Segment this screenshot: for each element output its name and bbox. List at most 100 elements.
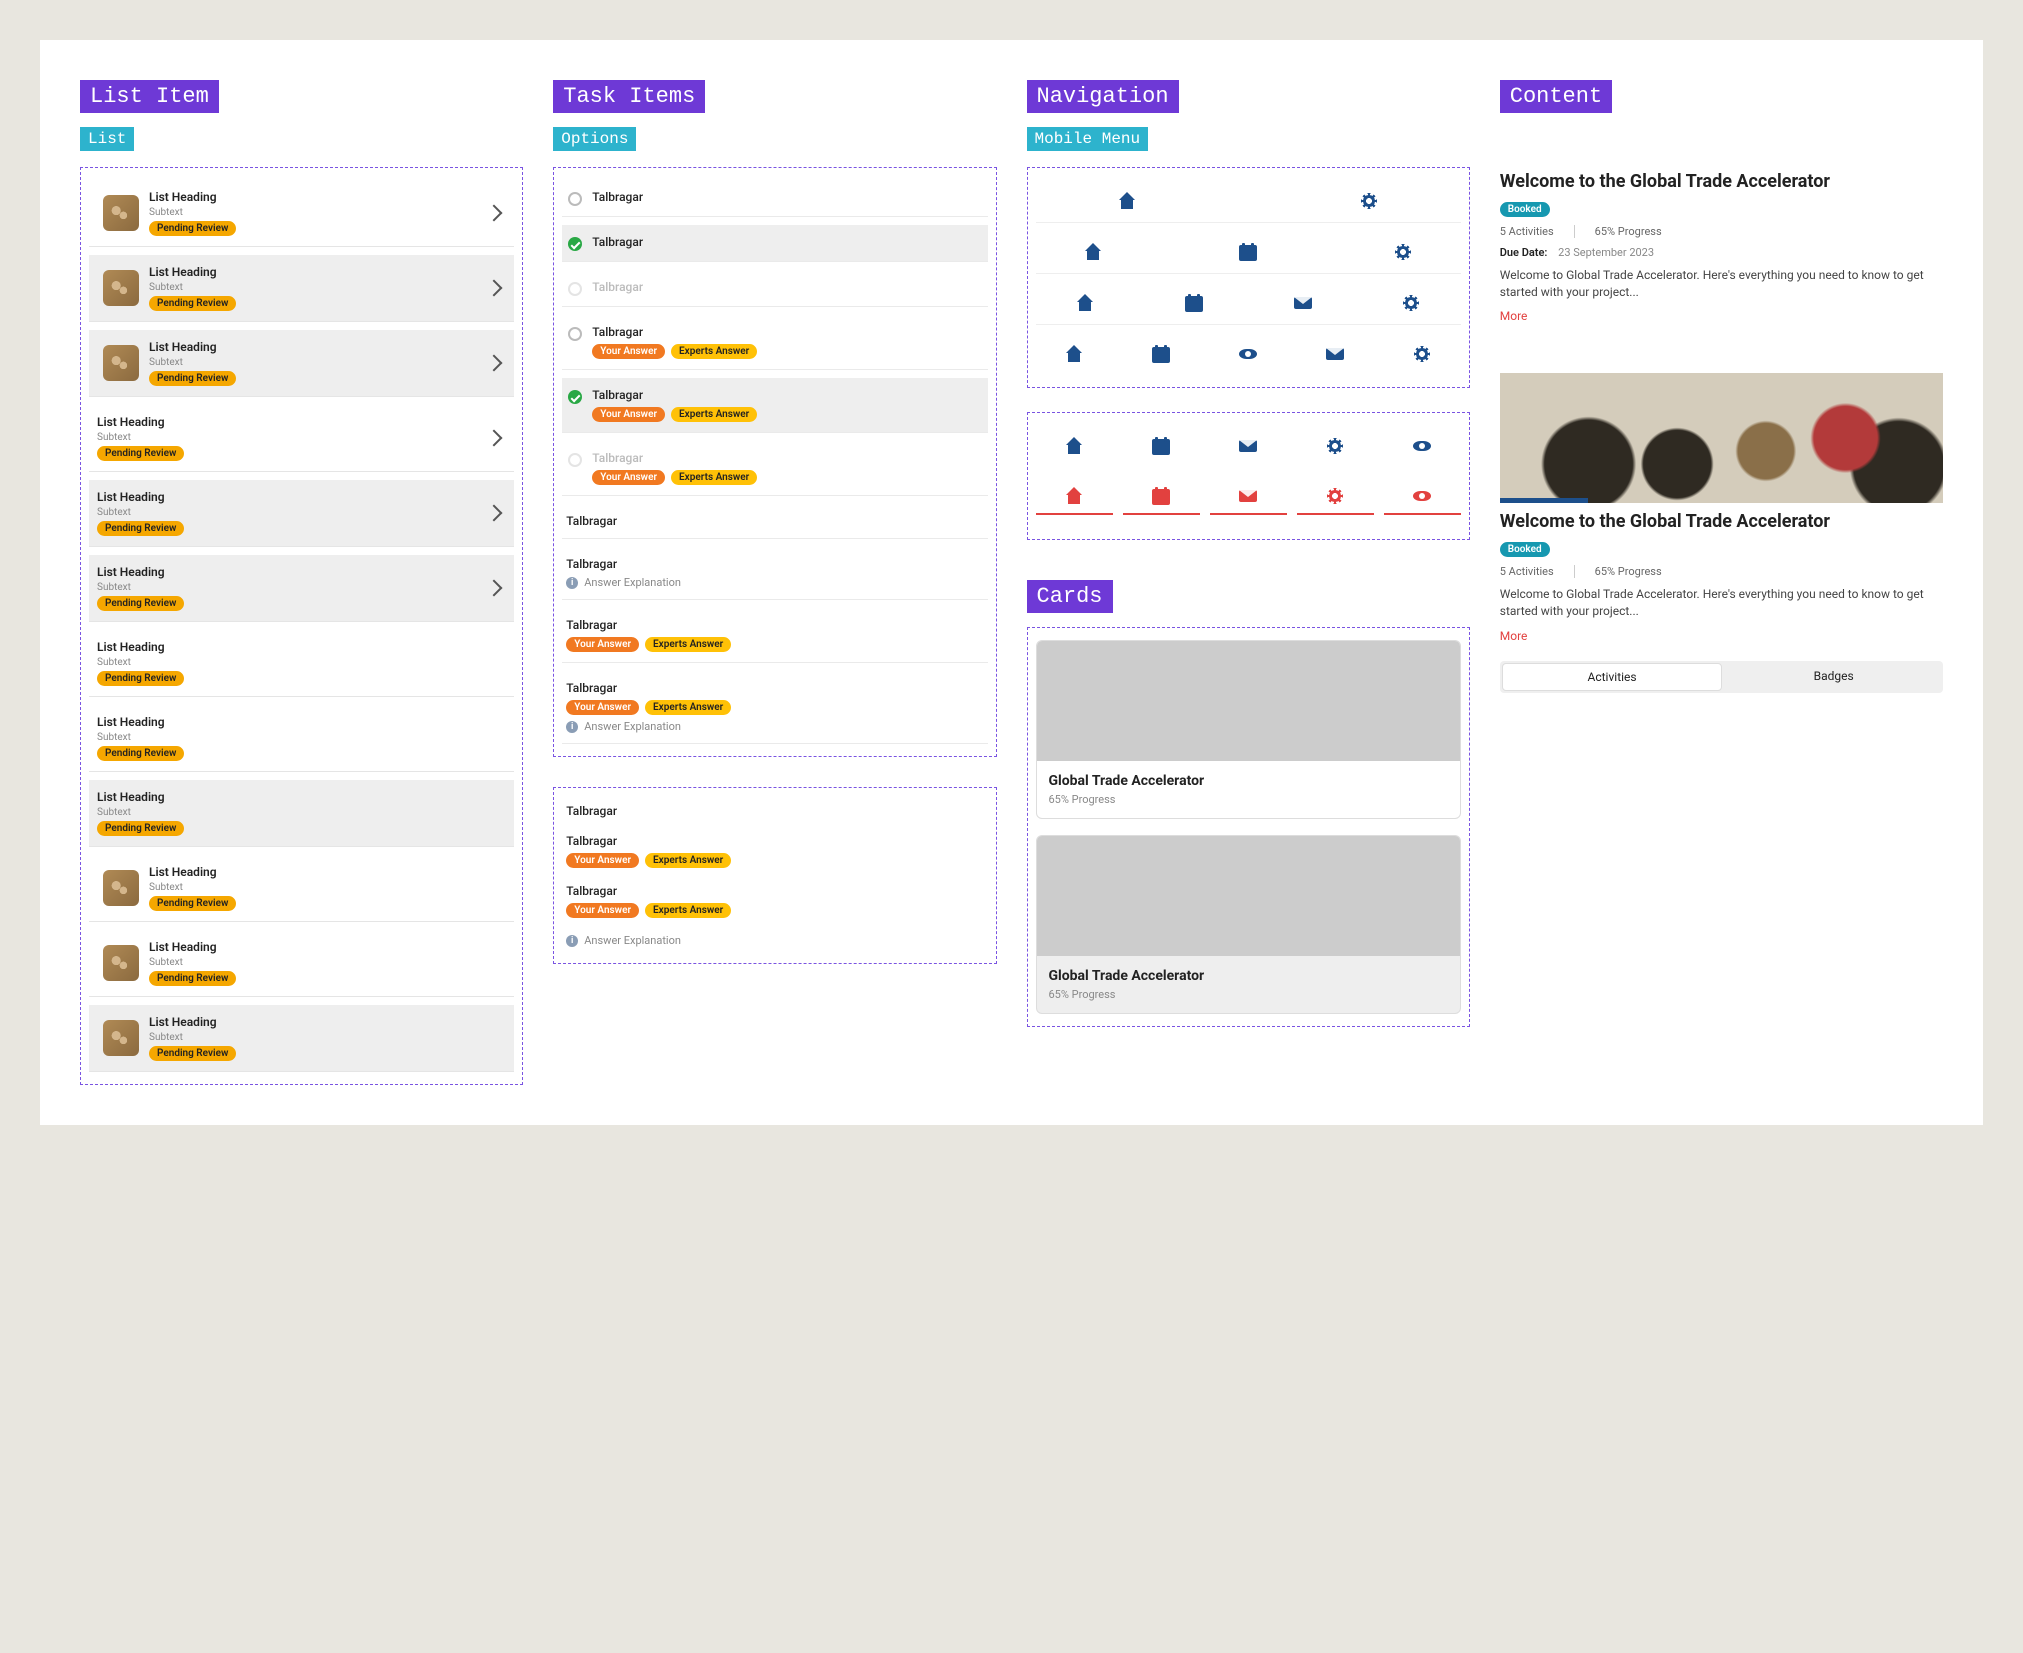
section-label-list-item: List Item: [80, 80, 219, 113]
nav-home[interactable]: [1036, 192, 1219, 210]
list-item[interactable]: List Heading Subtext Pending Review: [89, 180, 514, 247]
more-link[interactable]: More: [1500, 309, 1943, 323]
list-item[interactable]: List Heading Subtext Pending Review: [89, 630, 514, 697]
nav-settings[interactable]: [1362, 294, 1461, 312]
nav-settings[interactable]: [1297, 437, 1374, 455]
flat-option-row[interactable]: Talbragar Your Answer Experts Answer: [562, 608, 987, 663]
radio-checked-icon[interactable]: [568, 237, 582, 251]
option-title: Talbragar: [592, 451, 981, 465]
experts-answer-badge: Experts Answer: [645, 700, 731, 715]
gear-icon: [1326, 487, 1344, 505]
list-heading: List Heading: [97, 565, 478, 579]
flat-option-row[interactable]: Talbragar i Answer Explanation: [562, 547, 987, 600]
seg-badges[interactable]: Badges: [1724, 661, 1943, 693]
more-link[interactable]: More: [1500, 629, 1943, 643]
your-answer-badge: Your Answer: [566, 700, 639, 715]
nav-settings-active[interactable]: [1297, 487, 1374, 515]
nav-settings[interactable]: [1384, 345, 1461, 363]
option-row[interactable]: Talbragar: [562, 225, 987, 262]
cards-container: Global Trade Accelerator 65% Progress Gl…: [1027, 627, 1470, 1027]
experts-answer-badge: Experts Answer: [645, 853, 731, 868]
card-selected[interactable]: Global Trade Accelerator 65% Progress: [1036, 835, 1461, 1014]
nav-home[interactable]: [1036, 294, 1135, 312]
list-heading: List Heading: [97, 640, 506, 654]
calendar-icon: [1239, 243, 1257, 261]
due-label: Due Date:: [1500, 246, 1548, 259]
list-item[interactable]: List Heading Subtext Pending Review: [89, 705, 514, 772]
list-item[interactable]: List Heading Subtext Pending Review: [89, 555, 514, 622]
option-title: Talbragar: [592, 235, 981, 249]
list-subtext: Subtext: [149, 357, 478, 368]
nav-calendar-active[interactable]: [1123, 487, 1200, 515]
nav-mail[interactable]: [1210, 437, 1287, 455]
nav-secondary: [1027, 412, 1470, 540]
list-subtext: Subtext: [149, 282, 478, 293]
nav-view[interactable]: [1210, 345, 1287, 363]
nav-view[interactable]: [1384, 437, 1461, 455]
option-title: Talbragar: [566, 804, 983, 818]
status-badge: Pending Review: [149, 221, 236, 236]
card-image: [1037, 641, 1460, 761]
list-texts: List Heading Subtext Pending Review: [149, 190, 478, 236]
nav-home[interactable]: [1036, 243, 1151, 261]
list-subtext: Subtext: [149, 882, 506, 893]
flat-option-row[interactable]: Talbragar: [562, 504, 987, 539]
status-badge: Pending Review: [97, 596, 184, 611]
content-block-with-hero: Welcome to the Global Trade Accelerator …: [1500, 373, 1943, 692]
nav-settings[interactable]: [1278, 192, 1461, 210]
list-subtext: Subtext: [97, 657, 506, 668]
explanation-text: Answer Explanation: [584, 934, 681, 947]
status-badge: Pending Review: [149, 371, 236, 386]
section-label-navigation: Navigation: [1027, 80, 1179, 113]
experts-answer-badge: Experts Answer: [645, 903, 731, 918]
hero-image: [1500, 373, 1943, 503]
option-row[interactable]: Talbragar Your Answer Experts Answer: [562, 378, 987, 433]
option-row[interactable]: Talbragar Your Answer Experts Answer: [562, 315, 987, 370]
list-subtext: Subtext: [149, 1032, 506, 1043]
your-answer-badge: Your Answer: [566, 637, 639, 652]
list-item[interactable]: List Heading Subtext Pending Review: [89, 405, 514, 472]
list-heading: List Heading: [97, 415, 478, 429]
nav-view-active[interactable]: [1384, 487, 1461, 515]
nav-calendar[interactable]: [1123, 437, 1200, 455]
chevron-right-icon: [486, 355, 503, 372]
nav-calendar[interactable]: [1144, 294, 1243, 312]
list-item[interactable]: List Heading Subtext Pending Review: [89, 480, 514, 547]
nav-mail[interactable]: [1253, 294, 1352, 312]
seg-activities[interactable]: Activities: [1502, 663, 1723, 691]
home-icon: [1065, 487, 1083, 505]
list-item[interactable]: List Heading Subtext Pending Review: [89, 1005, 514, 1072]
gear-icon: [1413, 345, 1431, 363]
radio-icon[interactable]: [568, 327, 582, 341]
col-content: Content Welcome to the Global Trade Acce…: [1500, 80, 1943, 1085]
nav-home[interactable]: [1036, 437, 1113, 455]
mail-icon: [1326, 345, 1344, 363]
content-description: Welcome to Global Trade Accelerator. Her…: [1500, 586, 1943, 621]
radio-icon: [568, 453, 582, 467]
nav-settings[interactable]: [1346, 243, 1461, 261]
eye-icon: [1239, 345, 1257, 363]
list-item[interactable]: List Heading Subtext Pending Review: [89, 330, 514, 397]
home-icon: [1076, 294, 1094, 312]
list-subtext: Subtext: [97, 732, 506, 743]
list-item[interactable]: List Heading Subtext Pending Review: [89, 930, 514, 997]
list-item[interactable]: List Heading Subtext Pending Review: [89, 780, 514, 847]
nav-calendar[interactable]: [1191, 243, 1306, 261]
home-icon: [1065, 345, 1083, 363]
list-item[interactable]: List Heading Subtext Pending Review: [89, 255, 514, 322]
radio-checked-icon[interactable]: [568, 390, 582, 404]
nav-mail[interactable]: [1297, 345, 1374, 363]
nav-home-active[interactable]: [1036, 487, 1113, 515]
progress-text: 65% Progress: [1595, 565, 1672, 578]
home-icon: [1065, 437, 1083, 455]
options-container-secondary: Talbragar Talbragar Your Answer Experts …: [553, 787, 996, 964]
list-item[interactable]: List Heading Subtext Pending Review: [89, 855, 514, 922]
flat-option-row[interactable]: Talbragar Your Answer Experts Answer i A…: [562, 671, 987, 744]
nav-home[interactable]: [1036, 345, 1113, 363]
status-badge: Pending Review: [149, 296, 236, 311]
nav-mail-active[interactable]: [1210, 487, 1287, 515]
radio-icon[interactable]: [568, 192, 582, 206]
option-row[interactable]: Talbragar: [562, 180, 987, 217]
nav-calendar[interactable]: [1123, 345, 1200, 363]
card[interactable]: Global Trade Accelerator 65% Progress: [1036, 640, 1461, 819]
